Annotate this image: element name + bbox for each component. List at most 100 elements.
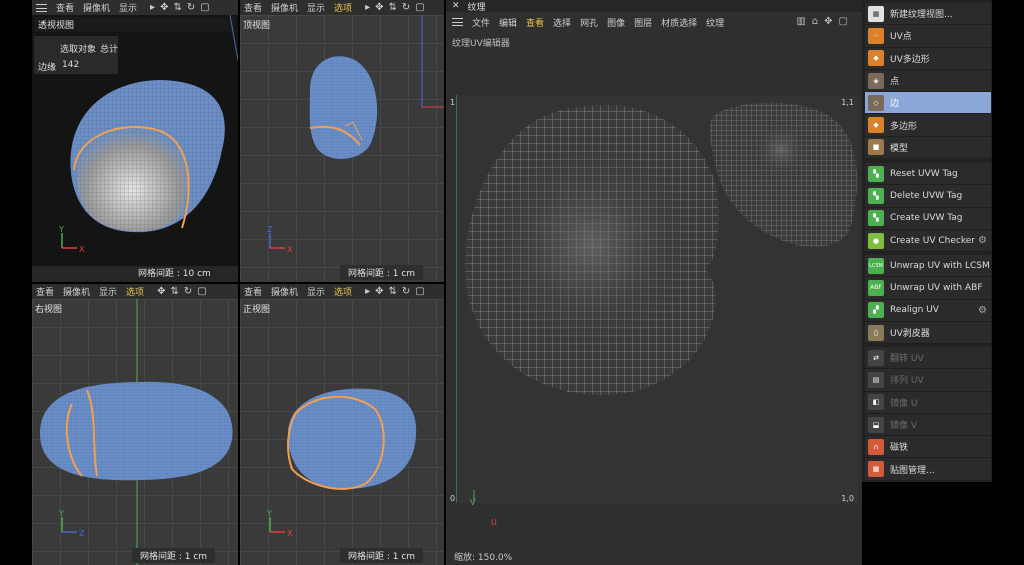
- perspective-viewport[interactable]: 查看 摄像机 显示 ▸ ✥ ⇅ ↻ ▢ 透视视图 选取对象 总计 边缘 142: [32, 0, 238, 282]
- uv-menu-select[interactable]: 选择: [553, 16, 571, 29]
- lcsm-icon: LCSM: [868, 257, 884, 274]
- tool-label: UV剥皮器: [890, 329, 930, 340]
- top-mesh: Z X: [267, 15, 444, 254]
- grid-spacing-label: 网格间距 : 1 cm: [340, 265, 424, 280]
- tools-group-unwrap: LCSM Unwrap UV with LCSM ABF Unwrap UV w…: [865, 255, 991, 345]
- tool-edges[interactable]: ◇ 边: [865, 92, 991, 115]
- reset-uvw-icon: ▚: [868, 165, 884, 182]
- uv-polygons-icon: ◆: [868, 50, 884, 67]
- uv-canvas[interactable]: [456, 95, 858, 503]
- tool-label: 翻转 UV: [890, 354, 924, 365]
- tool-model[interactable]: ■ 模型: [865, 137, 991, 160]
- uv-editor-subtitle: 纹理UV编辑器: [452, 39, 510, 49]
- move-icon[interactable]: ✥: [824, 16, 832, 27]
- gear-icon[interactable]: ⚙: [978, 305, 987, 316]
- arrange-uv-icon: ▤: [868, 371, 884, 388]
- tool-unwrap-lcsm[interactable]: LCSM Unwrap UV with LCSM: [865, 255, 991, 278]
- tool-create-uvw-tag[interactable]: ▚ Create UVW Tag: [865, 208, 991, 230]
- tool-points[interactable]: ◈ 点: [865, 70, 991, 93]
- uv-axis-v: V: [470, 498, 476, 507]
- tool-realign-uv[interactable]: ▞ Realign UV ⚙: [865, 300, 991, 322]
- right-viewport[interactable]: 查看 摄像机 显示 选项 ✥ ⇅ ↻ ▢ 右视图 Y Z 网格间距 : 1 cm: [32, 284, 238, 565]
- uv-axis-u: U: [491, 518, 497, 527]
- tool-label: 点: [890, 77, 900, 88]
- tool-uv-polygons[interactable]: ◆ UV多边形: [865, 48, 991, 70]
- uv-menu-material-select[interactable]: 材质选择: [661, 16, 697, 29]
- front-viewport[interactable]: 查看 摄像机 显示 选项 ▸ ✥ ⇅ ↻ ▢ 正视图 Y X 网格间距 : 1 …: [240, 284, 444, 565]
- grid-spacing-label: 网格间距 : 1 cm: [340, 548, 424, 563]
- tools-group-modes: ▦ 新建纹理视图... ⁘ UV点 ◆ UV多边形 ◈ 点 ◇ 边 ◆ 多边形 …: [865, 3, 991, 160]
- tool-label: 镜像 U: [890, 398, 918, 409]
- tool-label: 新建纹理视图...: [890, 10, 953, 21]
- grid-spacing-label: 网格间距 : 10 cm: [138, 269, 211, 279]
- tool-mirror-u[interactable]: ◧ 镜像 U: [865, 392, 991, 414]
- grid-spacing-label: 网格间距 : 1 cm: [132, 548, 216, 563]
- svg-text:X: X: [287, 245, 293, 254]
- create-uvw-icon: ▚: [868, 210, 884, 227]
- svg-text:Y: Y: [58, 509, 64, 518]
- tool-label: UV多边形: [890, 54, 930, 65]
- uv-corner-label-1-1: 1,1: [841, 98, 854, 107]
- uv-menu-layers[interactable]: 图层: [634, 16, 652, 29]
- tool-unwrap-abf[interactable]: ABF Unwrap UV with ABF: [865, 277, 991, 300]
- top-viewport[interactable]: 查看 摄像机 显示 选项 ▸ ✥ ⇅ ↻ ▢ 顶视图 Z X 网格间距 : 1 …: [240, 0, 444, 282]
- hamburger-menu-icon[interactable]: [452, 18, 463, 26]
- uv-menu-edit[interactable]: 编辑: [499, 16, 517, 29]
- tools-group-transform: ⇄ 翻转 UV ▤ 排列 UV ◧ 镜像 U ⬓ 镜像 V ∩ 磁铁 ▦ 贴图管…: [865, 347, 991, 481]
- svg-text:Y: Y: [266, 509, 272, 518]
- tool-flip-uv[interactable]: ⇄ 翻转 UV: [865, 347, 991, 370]
- uv-menu-texture[interactable]: 纹理: [706, 16, 724, 29]
- close-icon[interactable]: ✕: [452, 1, 460, 11]
- uv-islands: [456, 95, 857, 503]
- front-mesh: Y X: [266, 388, 417, 538]
- svg-text:Z: Z: [267, 225, 273, 234]
- perspective-mesh: Y X: [58, 14, 238, 254]
- gear-icon[interactable]: ⚙: [978, 235, 987, 246]
- uv-menu-view[interactable]: 查看: [526, 16, 544, 29]
- tool-label: 镜像 V: [890, 421, 918, 432]
- tool-label: Unwrap UV with LCSM: [890, 260, 990, 271]
- uv-menu-file[interactable]: 文件: [472, 16, 490, 29]
- histogram-icon[interactable]: ▥: [796, 16, 805, 27]
- uv-window-title: 纹理: [467, 2, 486, 13]
- mirror-v-icon: ⬓: [868, 416, 884, 433]
- tool-label: 贴图管理...: [890, 465, 935, 476]
- tool-new-texture-view[interactable]: ▦ 新建纹理视图...: [865, 3, 991, 26]
- right-mesh: Y Z: [40, 299, 233, 565]
- svg-text:X: X: [287, 529, 293, 538]
- edges-icon: ◇: [868, 94, 884, 111]
- maximize-icon[interactable]: ▢: [839, 16, 848, 27]
- uv-menu-mesh[interactable]: 网孔: [580, 16, 598, 29]
- uv-corner-label-0: 0: [450, 494, 456, 503]
- svg-text:Z: Z: [79, 529, 85, 538]
- tool-mirror-v[interactable]: ⬓ 镜像 V: [865, 414, 991, 437]
- lock-icon[interactable]: ⌂: [812, 16, 818, 27]
- tool-label: 排列 UV: [890, 376, 924, 387]
- uv-menu-image[interactable]: 图像: [607, 16, 625, 29]
- points-icon: ◈: [868, 72, 884, 89]
- abf-icon: ABF: [868, 279, 884, 296]
- tool-label: 边: [890, 99, 900, 110]
- tool-reset-uvw-tag[interactable]: ▚ Reset UVW Tag: [865, 163, 991, 186]
- tool-arrange-uv[interactable]: ▤ 排列 UV: [865, 369, 991, 392]
- uv-points-icon: ⁘: [868, 27, 884, 44]
- tool-label: Realign UV: [890, 305, 939, 316]
- uv-checker-icon: ●: [868, 232, 884, 249]
- tool-texture-manager[interactable]: ▦ 贴图管理...: [865, 458, 991, 481]
- tool-label: Delete UVW Tag: [890, 190, 963, 201]
- tool-label: UV点: [890, 32, 912, 43]
- tool-uv-peeler[interactable]: ▯ UV剥皮器: [865, 322, 991, 345]
- uv-editor-panel: ✕ 纹理 文件 编辑 查看 选择 网孔 图像 图层 材质选择 纹理 ▥ ⌂ ✥ …: [446, 0, 862, 565]
- tool-uv-points[interactable]: ⁘ UV点: [865, 25, 991, 48]
- tool-delete-uvw-tag[interactable]: ▚ Delete UVW Tag: [865, 185, 991, 208]
- uv-tools-panel: ▦ 新建纹理视图... ⁘ UV点 ◆ UV多边形 ◈ 点 ◇ 边 ◆ 多边形 …: [862, 0, 1024, 565]
- tools-group-uvw-tags: ▚ Reset UVW Tag ▚ Delete UVW Tag ▚ Creat…: [865, 163, 991, 253]
- polygons-icon: ◆: [868, 117, 884, 134]
- flip-uv-icon: ⇄: [868, 349, 884, 366]
- uv-toolbar-icons: ▥ ⌂ ✥ ▢: [796, 16, 848, 27]
- tool-label: Reset UVW Tag: [890, 168, 958, 179]
- tool-label: 模型: [890, 143, 909, 154]
- tool-create-uv-checker[interactable]: ● Create UV Checker ⚙: [865, 230, 991, 253]
- tool-polygons[interactable]: ◆ 多边形: [865, 114, 991, 137]
- tool-magnet[interactable]: ∩ 磁铁: [865, 436, 991, 459]
